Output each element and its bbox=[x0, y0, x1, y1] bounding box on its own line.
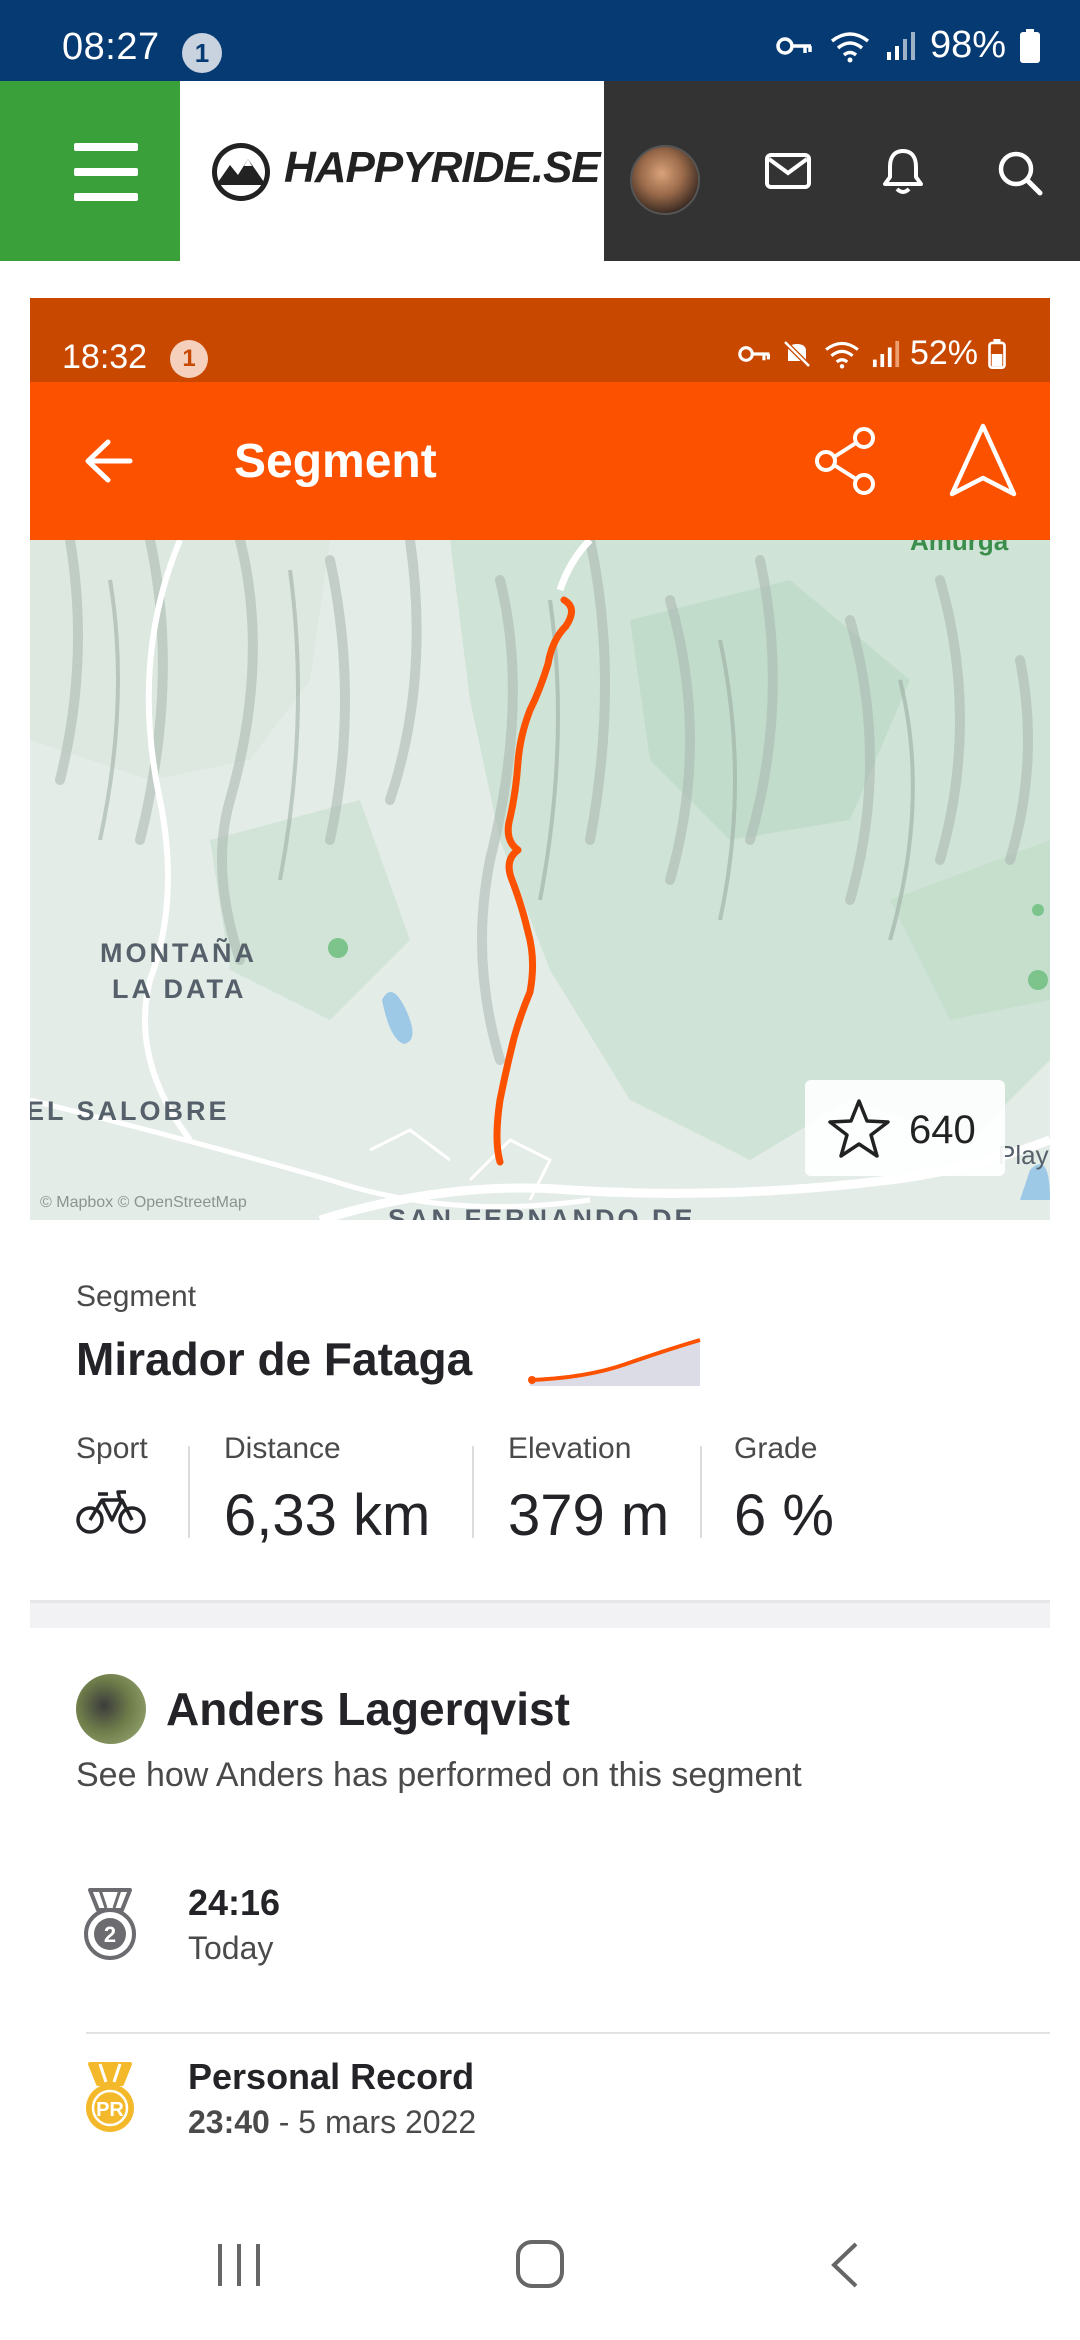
logo-text: HAPPYRIDE.SE bbox=[284, 143, 601, 192]
stat-divider bbox=[188, 1446, 190, 1538]
status-time: 08:27 bbox=[62, 26, 160, 68]
signal-icon bbox=[872, 340, 900, 367]
elevation-profile-thumbnail bbox=[528, 1338, 701, 1386]
back-icon[interactable] bbox=[826, 2240, 862, 2290]
pr-title: Personal Record bbox=[188, 2056, 475, 2097]
mute-icon bbox=[783, 339, 811, 368]
menu-icon-bar bbox=[74, 193, 138, 201]
athlete-subtitle: See how Anders has performed on this seg… bbox=[76, 1756, 802, 1794]
map-label-la-data: LA DATA bbox=[112, 974, 247, 1004]
app-bar-title: Segment bbox=[234, 435, 437, 488]
athlete-avatar[interactable] bbox=[76, 1674, 146, 1744]
personal-record-row[interactable]: PR Personal Record 23:40 - 5 mars 2022 bbox=[30, 2056, 1050, 2176]
athlete-name[interactable]: Anders Lagerqvist bbox=[166, 1682, 570, 1736]
notification-badge: 1 bbox=[182, 33, 222, 73]
system-nav-bar bbox=[0, 2200, 1080, 2340]
stat-divider bbox=[472, 1446, 474, 1538]
section-separator bbox=[30, 1600, 1050, 1628]
medal-rank: 2 bbox=[104, 1922, 116, 1947]
stat-sport: Sport bbox=[76, 1432, 148, 1541]
menu-icon bbox=[74, 143, 138, 151]
wifi-icon bbox=[830, 31, 870, 62]
map-label-amurga: Amurga bbox=[910, 540, 1009, 556]
star-icon bbox=[828, 1099, 890, 1158]
logo-mountain-icon bbox=[212, 143, 270, 201]
share-icon[interactable] bbox=[812, 426, 882, 496]
wifi-icon bbox=[825, 341, 859, 369]
stat-elevation-value: 379 m bbox=[508, 1483, 670, 1548]
status-icons: 98% bbox=[776, 24, 1040, 67]
segment-name: Mirador de Fataga bbox=[76, 1333, 473, 1385]
screenshot-status-icons: 52% bbox=[738, 334, 1006, 373]
segment-map[interactable]: MONTAÑA LA DATA EL SALOBRE SAN FERNANDO … bbox=[30, 540, 1050, 1220]
star-count: 640 bbox=[909, 1108, 976, 1152]
map-label-el-salobre: EL SALOBRE bbox=[30, 1096, 230, 1126]
site-logo[interactable]: HAPPYRIDE.SE bbox=[180, 81, 604, 261]
map-label-san-fernando: SAN FERNANDO DE bbox=[388, 1204, 696, 1220]
user-avatar[interactable] bbox=[630, 145, 700, 215]
stat-elevation-label: Elevation bbox=[508, 1432, 632, 1465]
screenshot-battery-percent: 52% bbox=[909, 334, 978, 372]
pr-time: 23:40 bbox=[188, 2104, 270, 2140]
navigate-icon[interactable] bbox=[948, 422, 1018, 498]
star-segment-button[interactable]: 640 bbox=[805, 1080, 1005, 1176]
stat-grade-label: Grade bbox=[734, 1432, 818, 1465]
pr-detail: 23:40 - 5 mars 2022 bbox=[188, 2104, 476, 2141]
stat-distance-label: Distance bbox=[224, 1432, 341, 1465]
stat-distance: Distance 6,33 km bbox=[224, 1432, 430, 1549]
home-icon[interactable] bbox=[514, 2238, 566, 2290]
pr-medal-icon: PR bbox=[86, 2062, 134, 2132]
stat-sport-label: Sport bbox=[76, 1432, 148, 1465]
segment-kicker: Segment bbox=[76, 1280, 197, 1313]
battery-percent: 98% bbox=[929, 24, 1006, 66]
app-bar: Segment bbox=[30, 382, 1050, 540]
vpn-key-icon bbox=[738, 345, 770, 362]
signal-icon bbox=[886, 31, 915, 60]
mail-icon[interactable] bbox=[764, 151, 812, 191]
row-divider bbox=[86, 2032, 1050, 2034]
vpn-key-icon bbox=[776, 36, 812, 55]
device-status-bar: 08:27 1 98% bbox=[0, 0, 1080, 81]
pr-date: - 5 mars 2022 bbox=[269, 2104, 477, 2140]
effort-time: 24:16 bbox=[188, 1882, 281, 1923]
stat-divider bbox=[700, 1446, 702, 1538]
search-icon[interactable] bbox=[996, 149, 1044, 197]
athlete-performance: Anders Lagerqvist See how Anders has per… bbox=[30, 1628, 1050, 2188]
back-arrow-icon[interactable] bbox=[84, 438, 134, 484]
bell-icon[interactable] bbox=[880, 147, 926, 195]
recent-apps-icon[interactable] bbox=[214, 2240, 264, 2290]
screenshot-status-time: 18:32 bbox=[62, 338, 148, 376]
effort-row[interactable]: 2 24:16 Today bbox=[30, 1878, 1050, 1998]
map-attribution[interactable]: © Mapbox © OpenStreetMap bbox=[40, 1194, 247, 1212]
menu-icon-bar bbox=[74, 168, 138, 176]
stat-grade-value: 6 % bbox=[734, 1483, 834, 1548]
screenshot-notification-badge: 1 bbox=[170, 340, 208, 378]
site-header: HAPPYRIDE.SE bbox=[0, 81, 1080, 261]
screenshot-status-bar: 18:32 1 52% bbox=[30, 298, 1050, 382]
map-label-play: Play bbox=[998, 1140, 1049, 1170]
stat-grade: Grade 6 % bbox=[734, 1432, 834, 1549]
segment-info: Segment Mirador de Fataga Sport Distance… bbox=[30, 1220, 1050, 1600]
battery-icon bbox=[988, 338, 1006, 369]
menu-button[interactable] bbox=[0, 81, 180, 261]
bike-icon bbox=[76, 1490, 146, 1534]
pr-medal-label: PR bbox=[96, 2099, 124, 2121]
battery-icon bbox=[1020, 28, 1040, 63]
stat-distance-value: 6,33 km bbox=[224, 1483, 431, 1548]
map-label-montana: MONTAÑA bbox=[100, 938, 257, 968]
stat-elevation: Elevation 379 m bbox=[508, 1432, 669, 1549]
medal-icon: 2 bbox=[84, 1888, 136, 1960]
effort-date: Today bbox=[188, 1930, 274, 1966]
